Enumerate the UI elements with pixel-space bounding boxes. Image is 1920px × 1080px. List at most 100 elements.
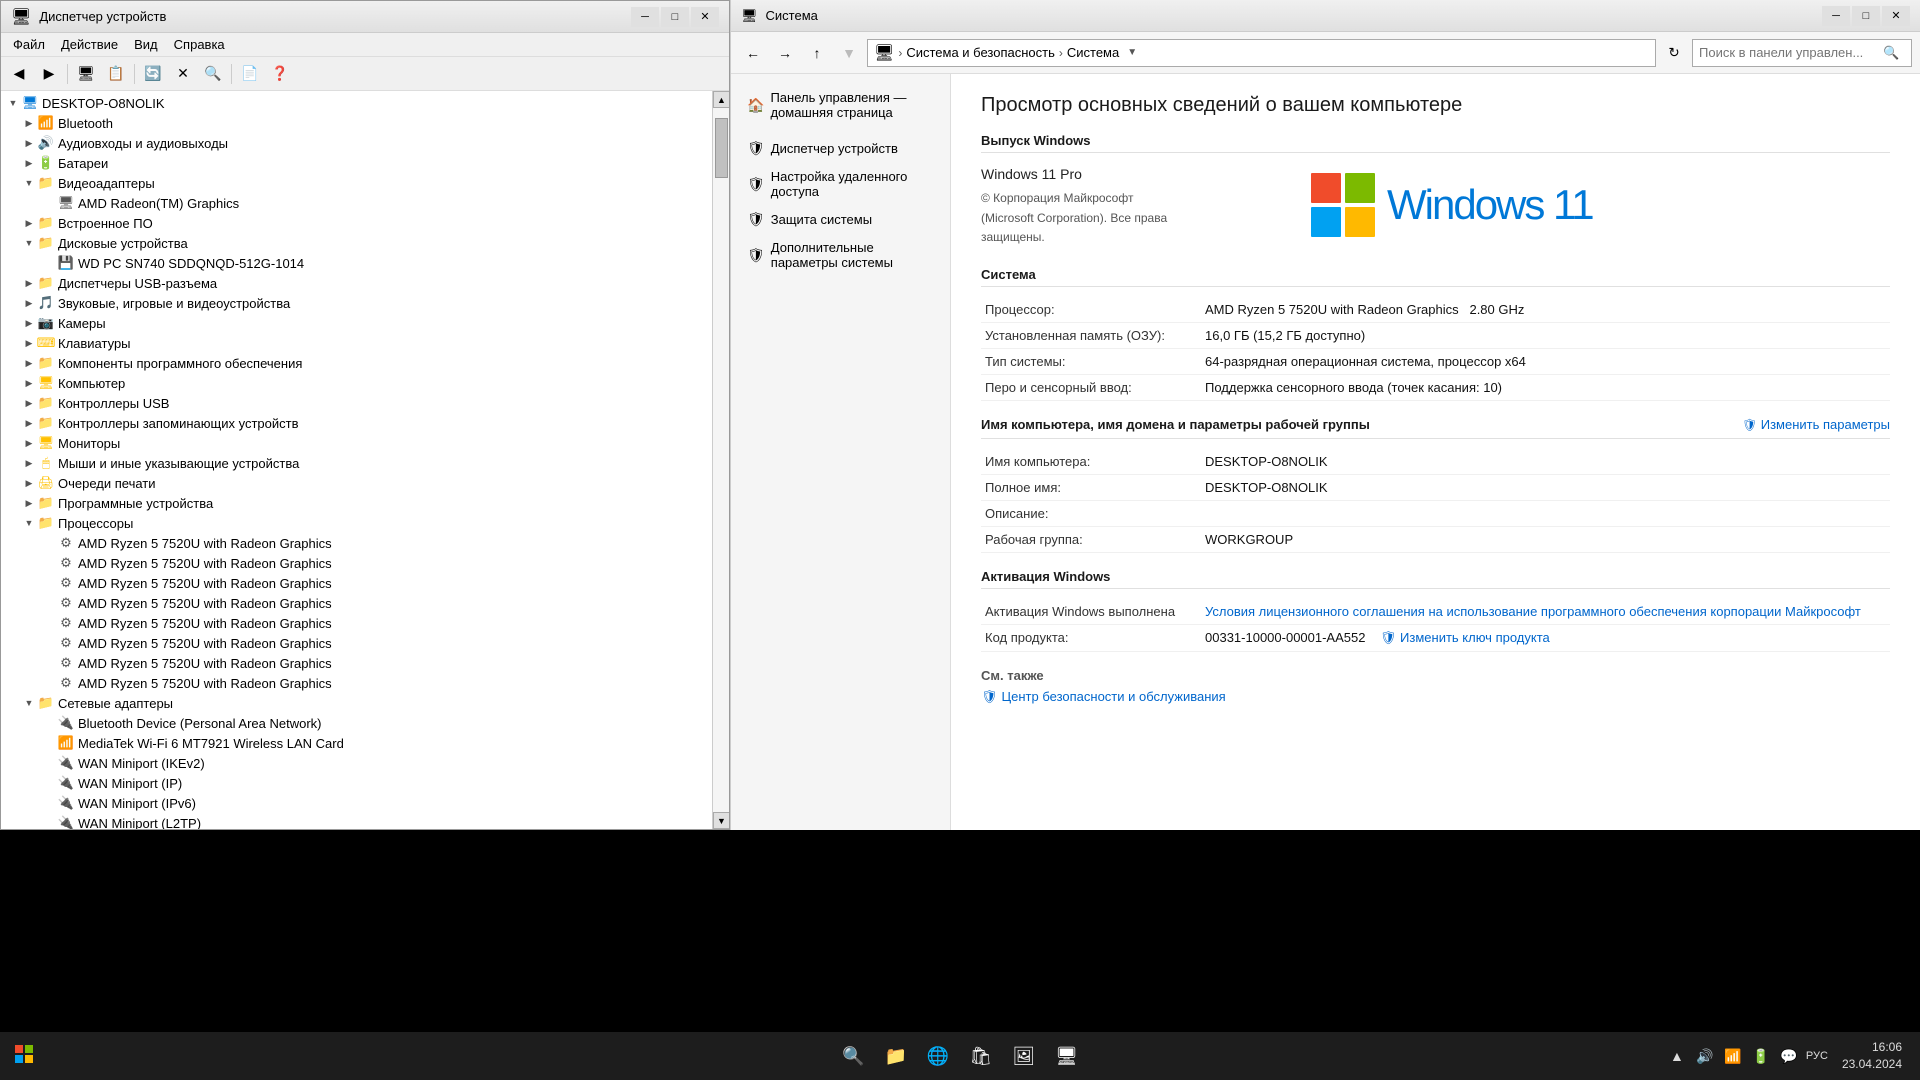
- taskbar-store[interactable]: 🛍: [961, 1032, 1000, 1080]
- expand-root[interactable]: ▼: [5, 95, 21, 111]
- tree-progdev[interactable]: ▶ 📁 Программные устройства: [1, 493, 712, 513]
- expand-mice[interactable]: ▶: [21, 455, 37, 471]
- expand-usbctrl[interactable]: ▶: [21, 395, 37, 411]
- tb-properties[interactable]: 📄: [236, 61, 264, 87]
- expand-cpu[interactable]: ▼: [21, 515, 37, 531]
- sidebar-item-devmgr[interactable]: 🛡 Диспетчер устройств: [731, 134, 950, 163]
- tray-notifications-icon[interactable]: 💬: [1778, 1045, 1800, 1067]
- search-input[interactable]: [1699, 45, 1879, 60]
- tree-fw[interactable]: ▶ 📁 Встроенное ПО: [1, 213, 712, 233]
- tree-btnet[interactable]: ▶ 🔌 Bluetooth Device (Personal Area Netw…: [1, 713, 712, 733]
- dm-minimize-button[interactable]: ─: [631, 7, 659, 27]
- expand-storage[interactable]: ▶: [21, 415, 37, 431]
- tree-sw[interactable]: ▶ 📁 Компоненты программного обеспечения: [1, 353, 712, 373]
- tb-device[interactable]: 📋: [102, 61, 130, 87]
- expand-video[interactable]: ▼: [21, 175, 37, 191]
- tree-wifi[interactable]: ▶ 📶 MediaTek Wi-Fi 6 MT7921 Wireless LAN…: [1, 733, 712, 753]
- cp-close-button[interactable]: ✕: [1882, 6, 1910, 26]
- sidebar-item-protection[interactable]: 🛡 Защита системы: [731, 205, 950, 234]
- tree-pc[interactable]: ▶ 🖥 Компьютер: [1, 373, 712, 393]
- tree-storage[interactable]: ▶ 📁 Контроллеры запоминающих устройств: [1, 413, 712, 433]
- expand-cam[interactable]: ▶: [21, 315, 37, 331]
- expand-monitors[interactable]: ▶: [21, 435, 37, 451]
- tree-video[interactable]: ▼ 📁 Видеоадаптеры: [1, 173, 712, 193]
- tree-cpu7[interactable]: ▶ ⚙ AMD Ryzen 5 7520U with Radeon Graphi…: [1, 673, 712, 693]
- dm-maximize-button[interactable]: □: [661, 7, 689, 27]
- tb-scan[interactable]: 🔍: [199, 61, 227, 87]
- cp-forward-button[interactable]: →: [771, 39, 799, 67]
- tree-print[interactable]: ▶ 🖨 Очереди печати: [1, 473, 712, 493]
- tree-bluetooth[interactable]: ▶ 📶 Bluetooth: [1, 113, 712, 133]
- scroll-up-button[interactable]: ▲: [713, 91, 729, 108]
- sidebar-item-remote[interactable]: 🛡 Настройка удаленного доступа: [731, 163, 950, 205]
- tb-help[interactable]: ❓: [266, 61, 294, 87]
- tree-cpu[interactable]: ▼ 📁 Процессоры: [1, 513, 712, 533]
- expand-bt[interactable]: ▶: [21, 115, 37, 131]
- license-link[interactable]: Условия лицензионного соглашения на испо…: [1205, 604, 1861, 619]
- tree-disk[interactable]: ▼ 📁 Дисковые устройства: [1, 233, 712, 253]
- dm-menu-action[interactable]: Действие: [53, 35, 126, 54]
- dm-menu-view[interactable]: Вид: [126, 35, 166, 54]
- tree-cpu4[interactable]: ▶ ⚙ AMD Ryzen 5 7520U with Radeon Graphi…: [1, 613, 712, 633]
- tray-network-icon[interactable]: 📶: [1722, 1045, 1744, 1067]
- tree-amd-gpu[interactable]: ▶ 🖥 AMD Radeon(TM) Graphics: [1, 193, 712, 213]
- see-also-value[interactable]: Центр безопасности и обслуживания: [1002, 689, 1226, 704]
- taskbar-search[interactable]: 🔍: [834, 1032, 872, 1080]
- tb-uninstall[interactable]: ✕: [169, 61, 197, 87]
- expand-audio[interactable]: ▶: [21, 135, 37, 151]
- expand-usb[interactable]: ▶: [21, 275, 37, 291]
- taskbar-devmgr[interactable]: 🖥: [1047, 1032, 1086, 1080]
- tree-monitors[interactable]: ▶ 🖥 Мониторы: [1, 433, 712, 453]
- tree-audio[interactable]: ▶ 🔊 Аудиовходы и аудиовыходы: [1, 133, 712, 153]
- expand-progdev[interactable]: ▶: [21, 495, 37, 511]
- tree-wan2[interactable]: ▶ 🔌 WAN Miniport (IP): [1, 773, 712, 793]
- start-button[interactable]: [0, 1032, 48, 1080]
- tree-battery[interactable]: ▶ 🔋 Батареи: [1, 153, 712, 173]
- expand-net[interactable]: ▼: [21, 695, 37, 711]
- expand-battery[interactable]: ▶: [21, 155, 37, 171]
- see-also-item[interactable]: 🛡 Центр безопасности и обслуживания: [981, 689, 1890, 705]
- addr-path1[interactable]: Система и безопасность: [906, 45, 1055, 60]
- tree-usbctrl[interactable]: ▶ 📁 Контроллеры USB: [1, 393, 712, 413]
- tree-wan4[interactable]: ▶ 🔌 WAN Miniport (L2TP): [1, 813, 712, 829]
- dm-scrollbar[interactable]: ▲ ▼: [712, 91, 729, 829]
- scroll-track[interactable]: [713, 108, 729, 812]
- tree-wd[interactable]: ▶ 💾 WD PC SN740 SDDQNQD-512G-1014: [1, 253, 712, 273]
- cp-minimize-button[interactable]: ─: [1822, 6, 1850, 26]
- tree-cpu3[interactable]: ▶ ⚙ AMD Ryzen 5 7520U with Radeon Graphi…: [1, 593, 712, 613]
- expand-pc[interactable]: ▶: [21, 375, 37, 391]
- tb-forward[interactable]: ▶: [35, 61, 63, 87]
- dm-menu-file[interactable]: Файл: [5, 35, 53, 54]
- change-key-link[interactable]: 🛡 Изменить ключ продукта: [1380, 630, 1550, 645]
- cp-up-button[interactable]: ↑: [803, 39, 831, 67]
- search-box[interactable]: 🔍: [1692, 39, 1912, 67]
- tb-computer[interactable]: 🖥: [72, 61, 100, 87]
- expand-disk[interactable]: ▼: [21, 235, 37, 251]
- taskbar-edge[interactable]: 🌐: [919, 1032, 957, 1080]
- expand-fw[interactable]: ▶: [21, 215, 37, 231]
- tray-expand-icon[interactable]: ▲: [1666, 1045, 1688, 1067]
- tree-sound[interactable]: ▶ 🎵 Звуковые, игровые и видеоустройства: [1, 293, 712, 313]
- tree-cpu5[interactable]: ▶ ⚙ AMD Ryzen 5 7520U with Radeon Graphi…: [1, 633, 712, 653]
- dm-close-button[interactable]: ✕: [691, 7, 719, 27]
- cp-back-button[interactable]: ←: [739, 39, 767, 67]
- scroll-down-button[interactable]: ▼: [713, 812, 729, 829]
- device-tree[interactable]: ▼ 🖥 DESKTOP-O8NOLIK ▶ 📶 Bluetooth ▶ 🔊 Ау…: [1, 91, 712, 829]
- tree-cpu0[interactable]: ▶ ⚙ AMD Ryzen 5 7520U with Radeon Graphi…: [1, 533, 712, 553]
- cp-dropdown-button[interactable]: ▼: [835, 39, 863, 67]
- expand-kbd[interactable]: ▶: [21, 335, 37, 351]
- sidebar-item-advanced[interactable]: 🛡 Дополнительные параметры системы: [731, 234, 950, 276]
- tray-language[interactable]: РУС: [1806, 1045, 1828, 1067]
- refresh-button[interactable]: ↻: [1660, 39, 1688, 67]
- tree-kbd[interactable]: ▶ ⌨ Клавиатуры: [1, 333, 712, 353]
- tray-volume-icon[interactable]: 🔊: [1694, 1045, 1716, 1067]
- tree-cam[interactable]: ▶ 📷 Камеры: [1, 313, 712, 333]
- tree-mice[interactable]: ▶ 🖱 Мыши и иные указывающие устройства: [1, 453, 712, 473]
- tree-cpu1[interactable]: ▶ ⚙ AMD Ryzen 5 7520U with Radeon Graphi…: [1, 553, 712, 573]
- tray-battery-icon[interactable]: 🔋: [1750, 1045, 1772, 1067]
- change-params-link[interactable]: 🛡 Изменить параметры: [1742, 417, 1890, 432]
- expand-sw[interactable]: ▶: [21, 355, 37, 371]
- scroll-thumb[interactable]: [715, 118, 728, 178]
- tb-update[interactable]: 🔄: [139, 61, 167, 87]
- address-bar[interactable]: 🖥 › Система и безопасность › Система ▼: [867, 39, 1656, 67]
